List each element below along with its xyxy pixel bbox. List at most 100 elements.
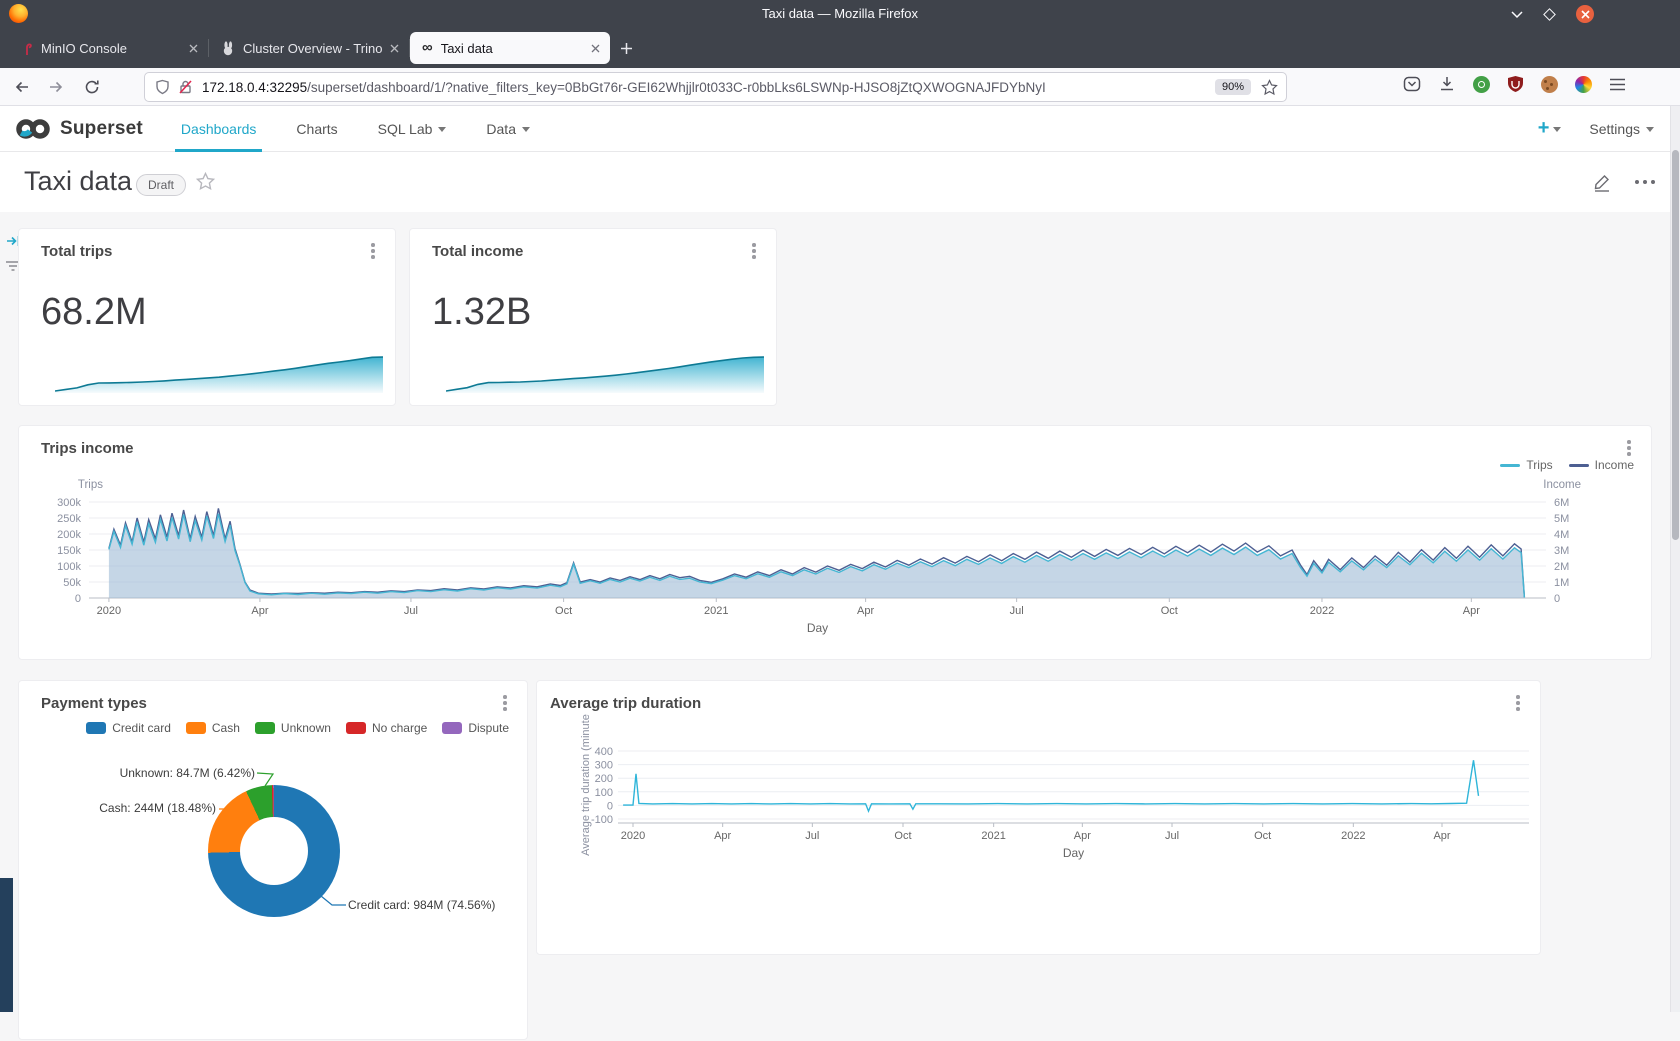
favorite-star-icon[interactable] [196, 172, 215, 191]
nav-sql-lab[interactable]: SQL Lab [358, 106, 467, 152]
svg-text:4M: 4M [1554, 529, 1569, 541]
download-icon[interactable] [1438, 75, 1456, 93]
legend-item[interactable]: Credit card [86, 721, 171, 735]
svg-text:150k: 150k [57, 545, 81, 557]
chart-card-trips-income: Trips income TripsIncome 300k6M250k5M200… [18, 425, 1652, 660]
legend-item[interactable]: Dispute [442, 721, 509, 735]
svg-text:Trips: Trips [78, 479, 103, 491]
tab-minio-console[interactable]: MinIO Console [8, 32, 208, 64]
nav-dashboards[interactable]: Dashboards [161, 106, 277, 152]
chart-card-payment-types: Payment types Credit card Cash Unknown No c… [18, 680, 528, 1040]
svg-text:300: 300 [595, 760, 613, 772]
bookmark-star-icon[interactable] [1261, 79, 1278, 96]
superset-logo[interactable]: Superset [0, 117, 161, 141]
colorful-extension-icon[interactable] [1575, 76, 1592, 93]
trips-income-plot: 300k6M250k5M200k4M150k3M100k2M50k1M00Tri… [19, 426, 1653, 661]
url-text[interactable]: 172.18.0.4:32295/superset/dashboard/1/?n… [202, 80, 1215, 95]
tab-close-icon[interactable] [390, 44, 399, 53]
page-zoom-badge[interactable]: 90% [1215, 79, 1251, 95]
chevron-down-icon [1646, 127, 1654, 132]
legend-item[interactable]: No charge [346, 721, 427, 735]
new-tab-button[interactable] [620, 42, 633, 55]
url-domain: 172.18.0.4:32295 [202, 80, 307, 95]
svg-text:Jul: Jul [1010, 605, 1024, 617]
nav-charts[interactable]: Charts [276, 106, 357, 152]
svg-text:2022: 2022 [1310, 605, 1334, 617]
forward-button[interactable] [44, 75, 68, 99]
svg-text:2021: 2021 [704, 605, 728, 617]
reload-button[interactable] [80, 75, 104, 99]
tab-trino-cluster[interactable]: Cluster Overview - Trino [209, 32, 409, 64]
status-badge: Draft [136, 174, 186, 196]
window-minimize-icon[interactable] [1511, 9, 1523, 19]
chevron-down-icon [1553, 127, 1561, 132]
legend-item[interactable]: Unknown [255, 721, 331, 735]
total-trips-sparkline [55, 353, 383, 393]
big-number-value: 68.2M [41, 291, 147, 334]
svg-text:400: 400 [595, 746, 613, 758]
tab-close-icon[interactable] [189, 44, 198, 53]
browser-tab-strip: MinIO Console Cluster Overview - Trino ∞… [0, 28, 1680, 68]
svg-text:2020: 2020 [621, 830, 645, 842]
svg-text:2021: 2021 [981, 830, 1005, 842]
svg-text:-100: -100 [591, 814, 613, 826]
svg-text:6M: 6M [1554, 497, 1569, 509]
ublock-origin-icon[interactable] [1507, 75, 1524, 93]
svg-text:Apr: Apr [1463, 605, 1480, 617]
chevron-down-icon [522, 127, 530, 132]
donut-hole [240, 817, 308, 885]
tab-close-icon[interactable] [591, 44, 600, 53]
svg-text:300k: 300k [57, 497, 81, 509]
svg-text:0: 0 [75, 593, 81, 605]
tab-title: Cluster Overview - Trino [243, 41, 382, 56]
svg-text:0: 0 [1554, 593, 1560, 605]
tab-taxi-data[interactable]: ∞ Taxi data [410, 32, 610, 64]
donut-label-unknown: Unknown: 84.7M (6.42%) [120, 766, 255, 780]
insecure-lock-icon[interactable] [178, 79, 193, 95]
svg-text:100: 100 [595, 787, 613, 799]
cookie-extension-icon[interactable] [1541, 76, 1558, 93]
window-close-icon[interactable] [1576, 5, 1594, 23]
window-maximize-icon[interactable] [1543, 8, 1556, 21]
menu-hamburger-icon[interactable] [1609, 77, 1626, 92]
svg-text:Day: Day [1063, 846, 1084, 860]
chart-menu-kebab-icon[interactable] [746, 241, 762, 261]
chart-card-total-income: Total income 1.32B [409, 228, 777, 406]
chart-menu-kebab-icon[interactable] [497, 693, 513, 713]
more-actions-icon[interactable] [1634, 179, 1656, 185]
svg-text:Apr: Apr [857, 605, 874, 617]
svg-text:Apr: Apr [714, 830, 731, 842]
svg-text:Average trip duration (minute: Average trip duration (minute [580, 714, 592, 856]
chart-legend[interactable]: Credit card Cash Unknown No charge Dispute [41, 721, 509, 735]
chart-menu-kebab-icon[interactable] [365, 241, 381, 261]
chart-title: Total income [432, 243, 523, 260]
chevron-down-icon [438, 127, 446, 132]
chart-card-total-trips: Total trips 68.2M [18, 228, 396, 406]
svg-text:Jul: Jul [805, 830, 819, 842]
settings-menu[interactable]: Settings [1589, 121, 1654, 137]
page-scrollbar[interactable] [1670, 106, 1680, 1012]
edit-pencil-icon[interactable] [1592, 172, 1612, 192]
scrollbar-thumb[interactable] [1672, 150, 1679, 540]
legend-item[interactable]: Cash [186, 721, 240, 735]
svg-text:Oct: Oct [894, 830, 911, 842]
url-bar[interactable]: 172.18.0.4:32295/superset/dashboard/1/?n… [144, 72, 1287, 102]
svg-text:Oct: Oct [1161, 605, 1178, 617]
avg-trip-duration-plot: 4003002001000-100Average trip duration (… [537, 681, 1542, 956]
url-path: /superset/dashboard/1/?native_filters_ke… [307, 80, 1046, 95]
nav-data[interactable]: Data [466, 106, 550, 152]
tab-title: Taxi data [441, 41, 583, 56]
svg-text:Oct: Oct [1254, 830, 1271, 842]
tracking-shield-icon[interactable] [155, 79, 170, 95]
svg-text:2020: 2020 [97, 605, 121, 617]
pocket-icon[interactable] [1403, 75, 1421, 93]
big-number-value: 1.32B [432, 291, 531, 334]
back-button[interactable] [10, 75, 34, 99]
chart-title: Payment types [41, 695, 147, 712]
svg-text:1M: 1M [1554, 577, 1569, 589]
svg-text:2M: 2M [1554, 561, 1569, 573]
add-new-button[interactable]: + [1538, 117, 1562, 140]
svg-text:Oct: Oct [555, 605, 572, 617]
extension-green-icon[interactable] [1473, 76, 1490, 93]
chart-card-avg-trip-duration: Average trip duration 4003002001000-100A… [536, 680, 1541, 955]
